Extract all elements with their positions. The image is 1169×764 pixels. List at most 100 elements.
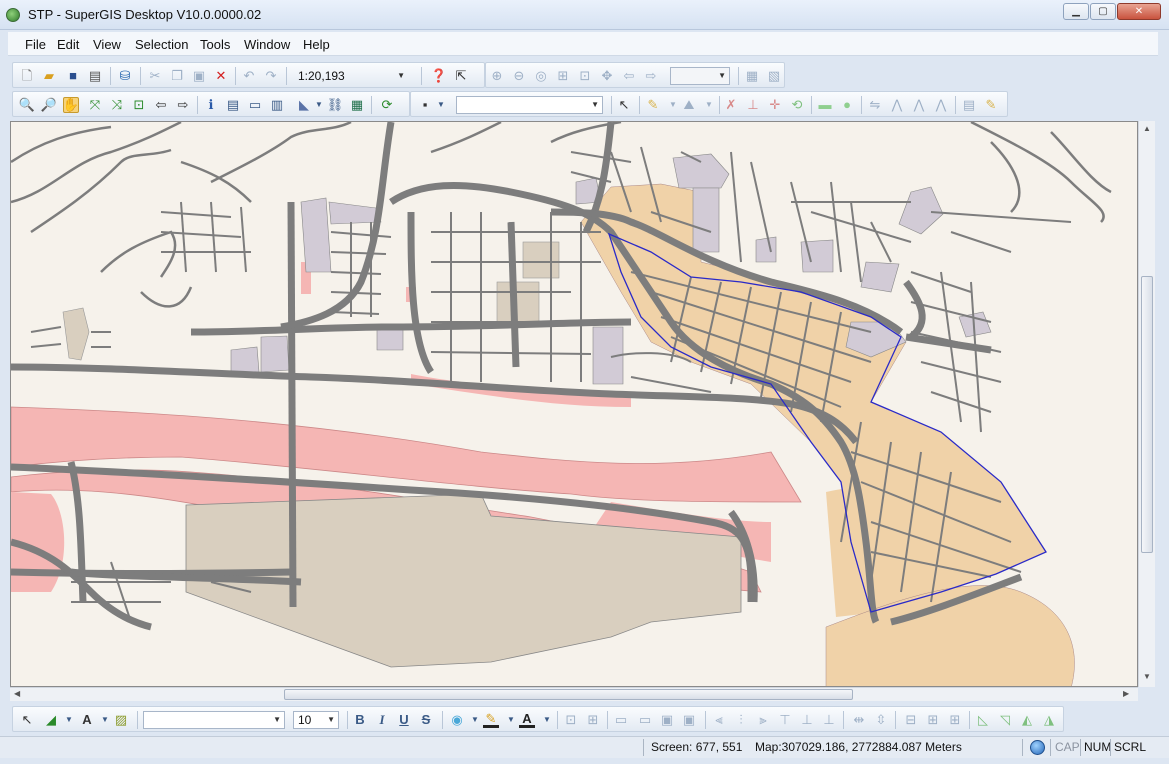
scroll-left-icon[interactable]: ◀ <box>14 689 20 698</box>
scroll-up-icon[interactable]: ▲ <box>1143 124 1151 133</box>
close-button[interactable]: ✕ <box>1117 3 1161 20</box>
ungroup-icon[interactable]: ⊞ <box>585 712 601 728</box>
font-name-combo[interactable]: ▼ <box>143 711 285 729</box>
add-data-icon[interactable]: ⛁ <box>117 68 133 84</box>
chevron-down-icon[interactable]: ▼ <box>539 712 555 728</box>
send-backward-icon[interactable]: ▣ <box>681 712 697 728</box>
scroll-right-icon[interactable]: ▶ <box>1123 689 1129 698</box>
new-document-icon[interactable]: 🗋 <box>19 68 35 84</box>
align-left-icon[interactable]: ⫷ <box>711 712 727 728</box>
zoom-layer-icon[interactable]: ◎ <box>533 68 549 84</box>
strikethrough-button[interactable]: S <box>418 712 434 728</box>
circle-shape-icon[interactable]: ● <box>839 97 855 113</box>
delete-icon[interactable]: ✕ <box>213 68 229 84</box>
align-bottom-icon[interactable]: ⊥ <box>821 712 837 728</box>
find-icon[interactable]: ▭ <box>247 97 263 113</box>
attributes-icon[interactable]: ▤ <box>961 97 977 113</box>
redo-icon[interactable]: ↷ <box>263 68 279 84</box>
group-icon[interactable]: ⊡ <box>563 712 579 728</box>
paste-icon[interactable]: ▣ <box>191 68 207 84</box>
insert-picture-icon[interactable]: ▨ <box>113 712 129 728</box>
refresh-icon[interactable]: ⟳ <box>379 97 395 113</box>
zoom-selected-icon[interactable]: ⊞ <box>555 68 571 84</box>
send-back-icon[interactable]: ▭ <box>637 712 653 728</box>
full-extent-icon[interactable]: ⊡ <box>577 68 593 84</box>
sketch-vertex-icon[interactable]: ⛰ <box>681 97 697 113</box>
polygon-shape-icon[interactable]: ▬ <box>817 97 833 113</box>
map-view-icon[interactable]: ▧ <box>766 68 782 84</box>
fill-color-icon[interactable]: ◉ <box>449 712 465 728</box>
align-right-icon[interactable]: ⫸ <box>755 712 771 728</box>
open-folder-icon[interactable]: ▰ <box>41 68 57 84</box>
fixed-zoom-in-icon[interactable]: ⊕ <box>489 68 505 84</box>
menu-window[interactable]: Window <box>244 37 290 52</box>
new-text-icon[interactable]: A <box>79 712 95 728</box>
copy-icon[interactable]: ❐ <box>169 68 185 84</box>
save-icon[interactable]: ■ <box>65 68 81 84</box>
distribute-horizontal-icon[interactable]: ⇹ <box>851 712 867 728</box>
menu-help[interactable]: Help <box>303 37 330 52</box>
edit-target-combo[interactable]: ▼ <box>456 96 603 114</box>
flip-vertical-icon[interactable]: ◮ <box>1041 712 1057 728</box>
union-icon[interactable]: ⋀ <box>933 97 949 113</box>
select-features-icon[interactable]: ▤ <box>225 97 241 113</box>
menu-file[interactable]: File <box>25 37 46 52</box>
chevron-down-icon[interactable]: ▼ <box>665 97 681 113</box>
font-size-combo[interactable]: 10 ▼ <box>293 711 339 729</box>
same-size-icon[interactable]: ⊞ <box>947 712 963 728</box>
zoom-fixed-icon[interactable]: ⤨ <box>109 97 125 113</box>
cut-icon[interactable]: ✂ <box>147 68 163 84</box>
zoom-to-layer-icon[interactable]: ⊡ <box>131 97 147 113</box>
layout-icon[interactable]: ▦ <box>744 68 760 84</box>
next-extent-icon[interactable]: ⇨ <box>643 68 659 84</box>
vertical-scrollbar[interactable]: ▲ ▼ <box>1138 121 1155 687</box>
editor-menu-icon[interactable]: ▪ <box>417 97 433 113</box>
menu-tools[interactable]: Tools <box>200 37 230 52</box>
split-icon[interactable]: ✗ <box>723 97 739 113</box>
merge-icon[interactable]: ⋀ <box>911 97 927 113</box>
same-width-icon[interactable]: ⊟ <box>903 712 919 728</box>
horizontal-scrollbar[interactable]: ◀ ▶ <box>10 687 1138 701</box>
chevron-down-icon[interactable]: ▼ <box>97 712 113 728</box>
attribute-table-icon[interactable]: ▥ <box>269 97 285 113</box>
horizontal-scroll-thumb[interactable] <box>284 689 853 700</box>
whats-this-icon[interactable]: ⇱ <box>453 68 469 84</box>
chevron-down-icon[interactable]: ▼ <box>61 712 77 728</box>
undo-icon[interactable]: ↶ <box>241 68 257 84</box>
pan-arrows-icon[interactable]: ✥ <box>599 68 615 84</box>
intersect-icon[interactable]: ✛ <box>767 97 783 113</box>
minimize-button[interactable]: ▁ <box>1063 3 1089 20</box>
rotate-icon[interactable]: ⟲ <box>789 97 805 113</box>
edit-tool-icon[interactable]: ↖ <box>616 97 632 113</box>
chevron-down-icon[interactable]: ▼ <box>503 712 519 728</box>
select-element-icon[interactable]: ↖ <box>19 712 35 728</box>
chevron-down-icon[interactable]: ▼ <box>467 712 483 728</box>
menu-selection[interactable]: Selection <box>135 37 188 52</box>
pan-hand-icon[interactable]: ✋ <box>63 97 79 113</box>
hyperlink-icon[interactable]: ⛓ <box>327 97 344 113</box>
chevron-down-icon[interactable]: ▼ <box>701 97 717 113</box>
measure-icon[interactable]: ◣ <box>296 97 312 113</box>
map-view[interactable] <box>10 121 1138 687</box>
same-height-icon[interactable]: ⊞ <box>925 712 941 728</box>
zoom-in-icon[interactable]: 🔍 <box>19 97 35 113</box>
flip-horizontal-icon[interactable]: ◭ <box>1019 712 1035 728</box>
italic-button[interactable]: I <box>374 712 390 728</box>
scale-combo[interactable]: 1:20,193 ▼ <box>293 67 409 85</box>
forward-arrow-icon[interactable]: ⇨ <box>175 97 191 113</box>
fixed-zoom-out-icon[interactable]: ⊖ <box>511 68 527 84</box>
zoom-extent-icon[interactable]: ⤧ <box>87 97 103 113</box>
edit-pencil-icon[interactable]: ✎ <box>983 97 999 113</box>
align-center-icon[interactable]: ⫶ <box>733 712 749 728</box>
line-color-icon[interactable]: ✎ <box>483 711 499 728</box>
layer-combo[interactable]: ▼ <box>670 67 730 85</box>
zoom-out-icon[interactable]: 🔎 <box>41 97 57 113</box>
chevron-down-icon[interactable]: ▼ <box>433 97 449 113</box>
map-canvas[interactable] <box>11 122 1138 687</box>
draw-rectangle-icon[interactable]: ◢ <box>43 712 59 728</box>
sketch-pencil-icon[interactable]: ✎ <box>645 97 661 113</box>
align-top-icon[interactable]: ⊤ <box>777 712 793 728</box>
menu-edit[interactable]: Edit <box>57 37 79 52</box>
chevron-down-icon[interactable]: ▼ <box>311 97 327 113</box>
menu-view[interactable]: View <box>93 37 121 52</box>
